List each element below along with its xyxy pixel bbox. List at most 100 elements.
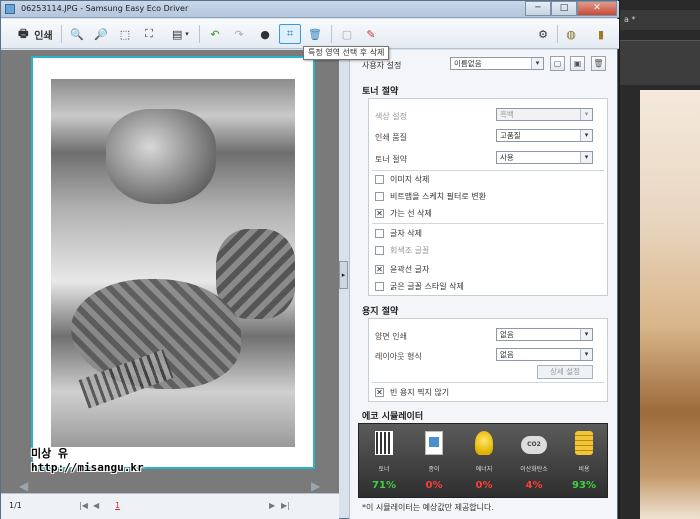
trash-icon: 🗑 xyxy=(593,59,604,68)
zoom-out-button[interactable]: 🔎 xyxy=(91,24,111,44)
toner-icon xyxy=(375,431,393,455)
checkbox-checked-icon: ✕ xyxy=(375,388,384,397)
zoom-in-icon: 🔍 xyxy=(70,27,84,41)
fit-width-button[interactable]: ⬚ xyxy=(115,24,135,44)
co2-cloud-icon: CO2 xyxy=(521,436,547,454)
prev-page-button[interactable]: ◀ xyxy=(93,501,99,510)
remove-text-checkbox[interactable]: 글자 삭제 xyxy=(375,228,422,239)
eco-item-energy: 에너지 0% xyxy=(459,424,509,499)
view-mode-dropdown[interactable]: ▤ ▾ xyxy=(165,24,193,44)
grayscale-font-label: 회색조 글꼴 xyxy=(390,246,430,255)
checkbox-icon xyxy=(375,282,384,291)
eco-mode-button[interactable]: ● xyxy=(255,24,275,44)
remove-images-checkbox[interactable]: 이미지 삭제 xyxy=(375,174,429,185)
paper-save-header: 용지 절약 xyxy=(362,307,399,317)
delete-setting-button[interactable]: 🗑 xyxy=(591,56,606,71)
settings-button[interactable]: ⚙ xyxy=(533,24,553,44)
panel-collapse-button[interactable]: ▸ xyxy=(339,261,348,289)
eco-simulator-header: 에코 시뮬레이터 xyxy=(362,412,424,422)
redo-button[interactable]: ↷ xyxy=(229,24,249,44)
paper-icon xyxy=(425,431,443,455)
skip-blank-label: 빈 용지 찍지 않기 xyxy=(390,388,450,397)
fit-page-button[interactable]: ⛶ xyxy=(139,24,159,44)
app-icon xyxy=(5,4,15,14)
toner-save-select[interactable]: 사용 xyxy=(496,151,593,164)
color-setting-select[interactable]: 흑백 xyxy=(496,108,593,121)
user-settings-label: 사용자 설정 xyxy=(362,61,402,70)
settings-panel: 사용자 설정 이름없음 ▢ ▣ 🗑 토너 절약 색상 설정 흑백 인쇄 품질 고… xyxy=(349,50,617,519)
checkbox-icon xyxy=(375,246,384,255)
sketch-filter-checkbox[interactable]: 비트맵을 스케치 필터로 변환 xyxy=(375,191,486,202)
user-settings-select[interactable]: 이름없음 xyxy=(450,57,544,70)
checkbox-checked-icon: ✕ xyxy=(375,265,384,274)
first-page-button[interactable]: |◀ xyxy=(79,501,88,510)
minimize-button[interactable]: ─ xyxy=(525,1,551,16)
pdf-button[interactable]: ✎ xyxy=(361,24,381,44)
eco-label: 이산화탄소 xyxy=(520,466,548,473)
trash-icon: 🗑 xyxy=(308,27,322,41)
redo-icon: ↷ xyxy=(234,27,244,41)
simulator-note: *이 시뮬레이터는 예상값만 제공합니다. xyxy=(362,503,494,512)
eco-label: 에너지 xyxy=(475,466,493,473)
chevron-right-icon: ▸ xyxy=(341,271,346,279)
next-page-arrow-icon[interactable]: ▶ xyxy=(311,479,320,493)
eco-item-co2: CO2 이산화탄소 4% xyxy=(509,424,559,499)
eco-globe-icon: ● xyxy=(260,27,270,41)
undo-icon: ↶ xyxy=(210,27,220,41)
outline-text-label: 윤곽선 글자 xyxy=(390,265,430,274)
skip-blank-checkbox[interactable]: ✕ 빈 용지 찍지 않기 xyxy=(375,387,449,398)
next-page-button[interactable]: ▶ xyxy=(269,501,275,510)
zoom-in-button[interactable]: 🔍 xyxy=(67,24,87,44)
toner-save-label: 토너 절약 xyxy=(375,155,407,164)
save-setting-button[interactable]: ▣ xyxy=(570,56,585,71)
page-button[interactable]: ▢ xyxy=(337,24,357,44)
detail-settings-button[interactable]: 상세 설정 xyxy=(537,365,593,379)
cup-shape xyxy=(106,109,216,204)
print-button[interactable]: 🖶 인쇄 xyxy=(11,24,57,44)
print-label: 인쇄 xyxy=(34,30,53,42)
eco-value: 4% xyxy=(525,480,543,491)
preview-page[interactable] xyxy=(31,56,315,469)
remove-thin-lines-checkbox[interactable]: ✕ 가는 선 삭제 xyxy=(375,208,432,219)
eco-info-button[interactable]: ◍ xyxy=(561,24,581,44)
outline-text-checkbox[interactable]: ✕ 윤곽선 글자 xyxy=(375,264,429,275)
sketch-filter-label: 비트맵을 스케치 필터로 변환 xyxy=(390,192,486,201)
tooltip: 특정 영역 선택 후 삭제 xyxy=(303,46,390,60)
zoom-out-icon: 🔎 xyxy=(94,27,108,41)
gear-icon: ⚙ xyxy=(538,27,548,41)
close-button[interactable]: ✕ xyxy=(577,1,617,16)
duplex-select[interactable]: 없음 xyxy=(496,328,593,341)
save-icon: ▣ xyxy=(573,59,582,68)
pdf-icon: ✎ xyxy=(366,27,376,41)
page-image[interactable] xyxy=(51,79,295,447)
new-setting-button[interactable]: ▢ xyxy=(550,56,565,71)
preview-area xyxy=(1,50,339,493)
background-photo xyxy=(640,90,700,519)
help-button[interactable]: ▮ xyxy=(591,24,611,44)
eco-value: 93% xyxy=(572,480,596,491)
background-tab[interactable]: a * xyxy=(620,10,700,30)
last-page-button[interactable]: ▶| xyxy=(281,501,290,510)
page-navigation-bar: 1/1 |◀ ◀ 1 ▶ ▶| xyxy=(1,493,339,519)
layout-select[interactable]: 없음 xyxy=(496,348,593,361)
page-icon: ▢ xyxy=(341,27,353,41)
remove-bold-checkbox[interactable]: 굵은 글꼴 스타일 삭제 xyxy=(375,281,464,292)
select-area-delete-button[interactable]: ⌗ xyxy=(279,24,301,44)
app-window: 06253114.JPG - Samsung Easy Eco Driver ─… xyxy=(0,0,619,519)
prev-page-arrow-icon[interactable]: ◀ xyxy=(19,479,28,493)
remove-bold-label: 굵은 글꼴 스타일 삭제 xyxy=(390,282,464,291)
page-number-input[interactable]: 1 xyxy=(115,501,120,510)
checkbox-icon xyxy=(375,175,384,184)
eco-item-toner: 토너 71% xyxy=(359,424,409,499)
remove-thin-lines-label: 가는 선 삭제 xyxy=(390,209,432,218)
maximize-button[interactable]: □ xyxy=(551,1,577,16)
delete-button[interactable]: 🗑 xyxy=(305,24,325,44)
printer-icon: 🖶 xyxy=(18,26,29,40)
eco-label: 종이 xyxy=(428,466,440,473)
print-quality-select[interactable]: 고품질 xyxy=(496,129,593,142)
undo-button[interactable]: ↶ xyxy=(205,24,225,44)
eco-label: 비용 xyxy=(578,466,590,473)
fit-width-icon: ⬚ xyxy=(119,27,131,41)
grayscale-font-checkbox[interactable]: 회색조 글꼴 xyxy=(375,245,429,256)
watermark-name: 미상 유 xyxy=(31,447,68,460)
